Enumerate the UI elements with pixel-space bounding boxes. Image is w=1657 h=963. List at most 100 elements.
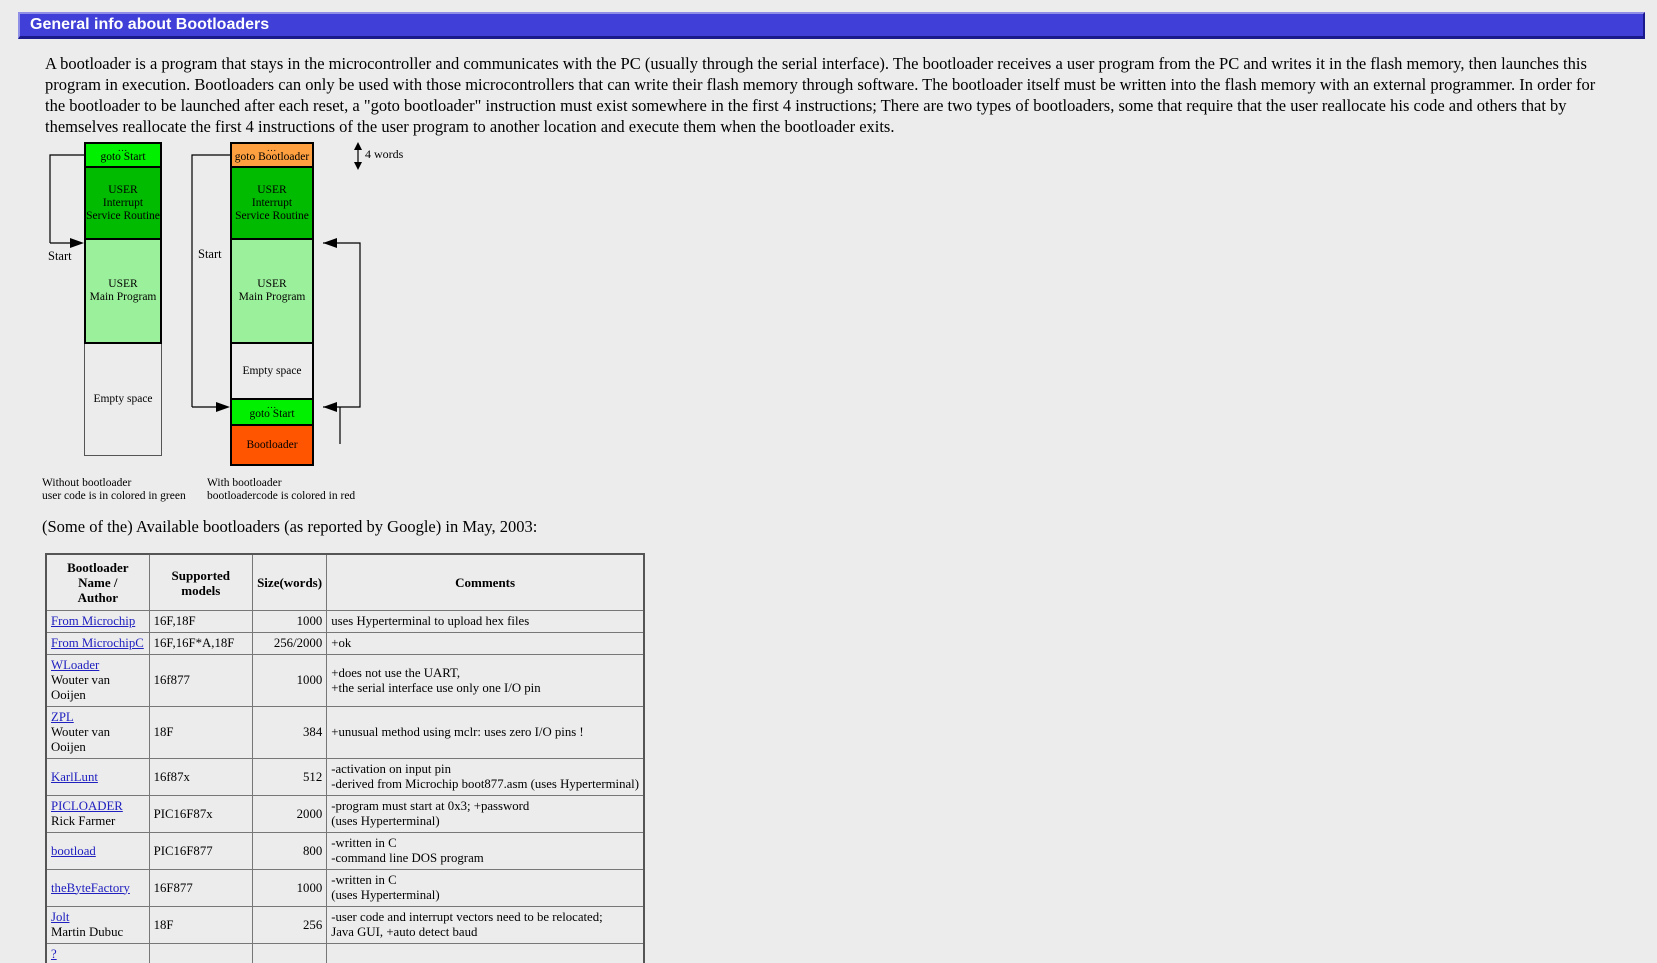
column-header-name-line2: Author [77,590,119,605]
cell-supported-models: PIC16F87x [148,795,253,833]
cell-bootloader-name: KarlLunt [45,758,150,796]
table-row: ZPL Wouter van Ooijen 18F 384 +unusual metho… [45,706,645,759]
block-label-goto-start-right: goto Start [249,408,295,420]
start-label-right: Start [198,247,222,261]
cell-comments: -written in C (uses Hyperterminal) [326,869,645,907]
cell-size-words: 256 [251,943,328,963]
table-row: theByteFactory 16F877 1000 -written in C (us… [45,869,645,907]
caption-with-bootloader: With bootloader bootloadercode is colore… [207,477,355,503]
main-line2-left: Main Program [89,291,157,303]
cell-size-words: 1000 [251,654,328,707]
table-row: From Microchip 16F,18F 1000 uses Hypertermi… [45,610,645,633]
table-header-row: Bootloader Name / Author Supported model… [45,553,645,611]
bootloader-link[interactable]: WLoader [51,658,99,672]
bootloader-link[interactable]: theByteFactory [51,881,130,895]
bootloader-link[interactable]: ZPL [51,710,74,724]
bootloader-link[interactable]: Jolt [51,910,70,924]
cell-comments: -written in C [326,943,645,963]
cell-supported-models: 16f87x [148,758,253,796]
cell-supported-models: 16F,18F [148,610,253,633]
comment-line: (uses Hyperterminal) [331,888,440,902]
cell-size-words: 384 [251,706,328,759]
main-line2-right: Main Program [238,291,306,303]
cell-comments: +ok [326,632,645,655]
comment-line: -user code and interrupt vectors need to… [331,910,603,924]
bootloaders-table: Bootloader Name / Author Supported model… [45,553,645,963]
cell-comments: +does not use the UART, +the serial inter… [326,654,645,707]
cell-comments: -program must start at 0x3; +password (us… [326,795,645,833]
titlebar-container: General info about Bootloaders [0,0,1657,39]
cell-comments: -user code and interrupt vectors need to… [326,906,645,944]
caption-left-line2: user code is in colored in green [42,490,186,502]
cell-supported-models: 18F [148,706,253,759]
isr-line2-right: Interrupt [251,196,293,209]
column-header-comments: Comments [326,553,645,611]
block-empty-space-right: Empty space [230,344,314,400]
comment-line: (uses Hyperterminal) [331,814,440,828]
cell-supported-models: 16F877 [148,869,253,907]
comment-line: -written in C [331,873,397,887]
comment-line: -derived from Microchip boot877.asm (use… [331,777,639,791]
table-row: Jolt Martin Dubuc 18F 256 -user code and int… [45,906,645,944]
cell-bootloader-name: ?HI-TECH Software [45,943,150,963]
bootloader-author: Wouter van Ooijen [51,673,111,702]
page-title-bar: General info about Bootloaders [18,12,1645,39]
cell-bootloader-name: Jolt Martin Dubuc [45,906,150,944]
column-header-name: Bootloader Name / Author [45,553,150,611]
start-label-left: Start [48,249,72,263]
cell-size-words: 512 [251,758,328,796]
bootloader-link[interactable]: bootload [51,844,96,858]
bootloader-author: Rick Farmer [51,814,116,828]
table-body: From Microchip 16F,18F 1000 uses Hypertermi… [45,610,645,963]
cell-supported-models: PIC16F877 [148,832,253,870]
table-row: KarlLunt 16f87x 512 -activation on input pi… [45,758,645,796]
block-bootloader: Bootloader [230,426,314,466]
column-header-name-line1: Bootloader Name / [67,560,129,590]
caption-right-line2: bootloadercode is colored in red [207,490,356,502]
cell-size-words: 800 [251,832,328,870]
memory-map-diagrams: ... goto Start USER Interrupt Service Ro… [40,139,680,509]
isr-line3-right: Service Routine [235,209,309,222]
isr-line1-right: USER [257,183,287,196]
caption-right-line1: With bootloader [207,477,282,489]
diagram-with-bootloader: ... goto Bootloader USER Interrupt Servi… [230,142,314,466]
cell-comments: -written in C -command line DOS program [326,832,645,870]
empty-label-right: Empty space [242,364,302,377]
four-words-label: 4 words [365,147,404,161]
bootloader-author: Wouter van Ooijen [51,725,111,754]
bootloader-link[interactable]: KarlLunt [51,770,98,784]
cell-size-words: 1000 [251,610,328,633]
cell-size-words: 256/2000 [251,632,328,655]
bootloader-author: Martin Dubuc [51,925,124,939]
table-row: WLoader Wouter van Ooijen 16f877 1000 +does … [45,654,645,707]
comment-line: -command line DOS program [331,851,484,865]
bootloader-link[interactable]: PICLOADER [51,799,123,813]
cell-bootloader-name: WLoader Wouter van Ooijen [45,654,150,707]
table-row: PICLOADER Rick Farmer PIC16F87x 2000 -progra… [45,795,645,833]
block-empty-space-left: Empty space [84,344,162,456]
bootloader-label: Bootloader [246,438,298,451]
cell-bootloader-name: bootload [45,832,150,870]
cell-supported-models: 16f877 [148,654,253,707]
caption-left-line1: Without bootloader [42,477,132,489]
diagram-without-bootloader: ... goto Start USER Interrupt Service Ro… [84,142,162,456]
cell-size-words: 2000 [251,795,328,833]
cell-bootloader-name: PICLOADER Rick Farmer [45,795,150,833]
cell-supported-models: 16F87x [148,943,253,963]
comment-line: uses Hyperterminal to upload hex files [331,614,530,628]
cell-bootloader-name: From Microchip [45,610,150,633]
table-row: ?HI-TECH Software16F87x256-written in C [45,943,645,963]
cell-supported-models: 16F,16F*A,18F [148,632,253,655]
cell-bootloader-name: From MicrochipC [45,632,150,655]
column-header-size: Size(words) [251,553,328,611]
cell-bootloader-name: ZPL Wouter van Ooijen [45,706,150,759]
table-row: From MicrochipC 16F,16F*A,18F 256/2000 +ok [45,632,645,655]
cell-comments: uses Hyperterminal to upload hex files [326,610,645,633]
bootloader-link[interactable]: ? [51,947,57,961]
available-bootloaders-heading: (Some of the) Available bootloaders (as … [42,517,538,536]
isr-line2-left: Interrupt [102,196,144,209]
comment-line: +unusual method using mclr: uses zero I/… [331,725,584,739]
bootloader-link[interactable]: From MicrochipC [51,636,144,650]
bootloader-link[interactable]: From Microchip [51,614,135,628]
comment-line: -activation on input pin [331,762,452,776]
